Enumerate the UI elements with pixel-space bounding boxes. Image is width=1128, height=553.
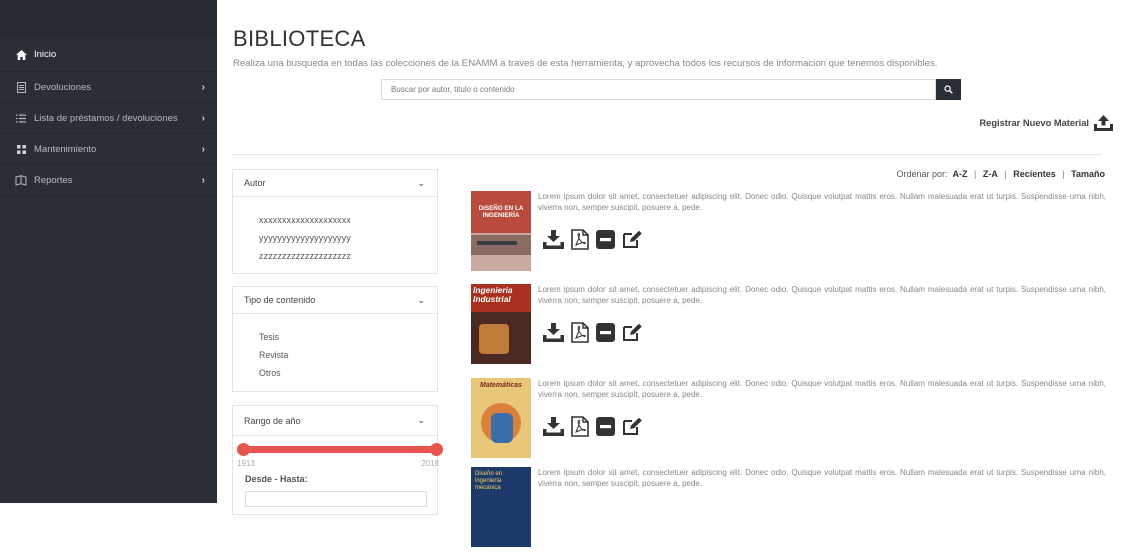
divider: [232, 154, 1102, 155]
result-item: Ingenieria Industrial Lorem ipsum dolor …: [471, 284, 1111, 370]
search-button[interactable]: [936, 79, 961, 100]
chevron-down-icon: ⌄: [417, 294, 425, 305]
download-icon[interactable]: [543, 230, 564, 249]
result-actions: [543, 416, 650, 437]
result-description: Lorem ipsum dolor sit amet, consectetuer…: [538, 468, 1106, 488]
separator: |: [1062, 169, 1065, 179]
sidebar-item-label: Lista de préstamos / devoluciones: [34, 112, 178, 124]
sidebar-item-label: Devoluciones: [34, 81, 92, 93]
chevron-down-icon: ⌄: [417, 415, 425, 425]
cover-title: DISEÑO EN LA INGENIERÍA: [478, 205, 524, 219]
filter-panel-autor: Autor ⌄ xxxxxxxxxxxxxxxxxxxx yyyyyyyyyyy…: [232, 169, 438, 274]
result-description: Lorem ipsum dolor sit amet, consectetuer…: [538, 379, 1106, 399]
filter-option[interactable]: xxxxxxxxxxxxxxxxxxxx: [233, 211, 437, 229]
result-actions: [543, 229, 650, 250]
sort-tamano[interactable]: Tamaño: [1071, 169, 1105, 179]
filter-title: Rango de año: [244, 415, 301, 426]
home-icon: [14, 49, 28, 60]
page-subtitle: Realiza una busqueda en todas las colecc…: [233, 58, 938, 69]
cover-title: Diseño en ingeniería mecánica: [475, 471, 503, 491]
filter-option[interactable]: Tesis: [233, 328, 437, 346]
sidebar-item-label: Reportes: [34, 174, 73, 186]
filter-title: Autor: [244, 178, 266, 188]
cover-title: Matemáticas: [479, 382, 523, 389]
sidebar-item-label: Mantenimiento: [34, 143, 97, 155]
sort-za[interactable]: Z-A: [983, 169, 998, 179]
filter-option[interactable]: yyyyyyyyyyyyyyyyyyyy: [233, 229, 437, 247]
search-placeholder: Buscar por autor, titulo o contenido: [391, 85, 515, 94]
page-title: BIBLIOTECA: [233, 26, 366, 51]
book-cover[interactable]: Ingenieria Industrial: [471, 284, 531, 364]
edit-icon[interactable]: [622, 323, 643, 342]
filter-title: Tipo de contenido: [244, 295, 316, 305]
pdf-icon[interactable]: [571, 322, 589, 343]
slider-track: [240, 446, 437, 453]
filter-panel-tipo: Tipo de contenido ⌄ Tesis Revista Otros: [232, 286, 438, 392]
sidebar-topbar: [0, 0, 217, 38]
sort-label: Ordenar por:: [896, 169, 948, 179]
edit-icon[interactable]: [622, 230, 643, 249]
sidebar-item-mantenimiento[interactable]: Mantenimiento ›: [0, 134, 217, 165]
result-item: Diseño en ingeniería mecánica Lorem ipsu…: [471, 467, 1111, 553]
separator: |: [974, 169, 977, 179]
sidebar-item-inicio[interactable]: Inicio: [0, 38, 217, 72]
search-input[interactable]: Buscar por autor, titulo o contenido: [381, 79, 936, 100]
year-range-slider[interactable]: 1913 2018: [233, 436, 443, 468]
slider-handle-max[interactable]: [430, 443, 443, 456]
filter-option[interactable]: Revista: [233, 346, 437, 364]
sidebar: Inicio Devoluciones › Lista de préstamos…: [0, 0, 217, 503]
slider-handle-min[interactable]: [237, 443, 250, 456]
book-cover[interactable]: Matemáticas: [471, 378, 531, 458]
sidebar-item-label: Inicio: [34, 49, 57, 60]
slider-min-label: 1913: [237, 459, 255, 468]
cover-title: Ingenieria Industrial: [473, 285, 513, 304]
range-input[interactable]: [245, 491, 427, 507]
list-icon: [14, 114, 28, 123]
chevron-right-icon: ›: [201, 112, 205, 124]
edit-icon[interactable]: [622, 417, 643, 436]
sidebar-item-lista[interactable]: Lista de préstamos / devoluciones ›: [0, 103, 217, 134]
result-description: Lorem ipsum dolor sit amet, consectetuer…: [538, 285, 1106, 305]
chevron-right-icon: ›: [201, 143, 205, 155]
chevron-down-icon: ⌄: [417, 177, 425, 188]
chevron-right-icon: ›: [201, 174, 205, 186]
remove-icon[interactable]: [596, 417, 615, 436]
reports-icon: [14, 174, 28, 186]
register-material-button[interactable]: Registrar Nuevo Material: [979, 115, 1113, 131]
remove-icon[interactable]: [596, 230, 615, 249]
chevron-right-icon: ›: [201, 81, 205, 93]
remove-icon[interactable]: [596, 323, 615, 342]
separator: |: [1004, 169, 1007, 179]
download-icon[interactable]: [543, 417, 564, 436]
book-cover[interactable]: DISEÑO EN LA INGENIERÍA: [471, 191, 531, 271]
pdf-icon[interactable]: [571, 229, 589, 250]
filter-option[interactable]: zzzzzzzzzzzzzzzzzzzz: [233, 247, 437, 265]
filter-option[interactable]: Otros: [233, 364, 437, 382]
file-icon: [14, 81, 28, 93]
result-item: DISEÑO EN LA INGENIERÍA Lorem ipsum dolo…: [471, 191, 1111, 277]
filter-panel-rango: Rango de año ⌄ 1913 2018 Desde - Hasta:: [232, 405, 443, 515]
sort-az[interactable]: A-Z: [953, 169, 968, 179]
sidebar-item-reportes[interactable]: Reportes ›: [0, 165, 217, 196]
upload-icon: [1094, 115, 1113, 131]
grid-icon: [14, 144, 28, 154]
sidebar-item-devoluciones[interactable]: Devoluciones ›: [0, 72, 217, 103]
range-label: Desde - Hasta:: [245, 474, 308, 484]
download-icon[interactable]: [543, 323, 564, 342]
pdf-icon[interactable]: [571, 416, 589, 437]
sort-bar: Ordenar por: A-Z | Z-A | Recientes | Tam…: [896, 169, 1105, 179]
filter-header-tipo[interactable]: Tipo de contenido ⌄: [233, 287, 437, 314]
register-label: Registrar Nuevo Material: [979, 118, 1089, 128]
main-content: BIBLIOTECA Realiza una busqueda en todas…: [217, 0, 1128, 547]
search-icon: [944, 85, 953, 94]
slider-max-label: 2018: [421, 459, 439, 468]
filter-header-rango[interactable]: Rango de año ⌄: [233, 406, 437, 436]
book-cover[interactable]: Diseño en ingeniería mecánica: [471, 467, 531, 547]
result-item: Matemáticas Lorem ipsum dolor sit amet, …: [471, 378, 1111, 464]
sort-recientes[interactable]: Recientes: [1013, 169, 1056, 179]
result-description: Lorem ipsum dolor sit amet, consectetuer…: [538, 192, 1106, 212]
result-actions: [543, 322, 650, 343]
filter-header-autor[interactable]: Autor ⌄: [233, 170, 437, 197]
